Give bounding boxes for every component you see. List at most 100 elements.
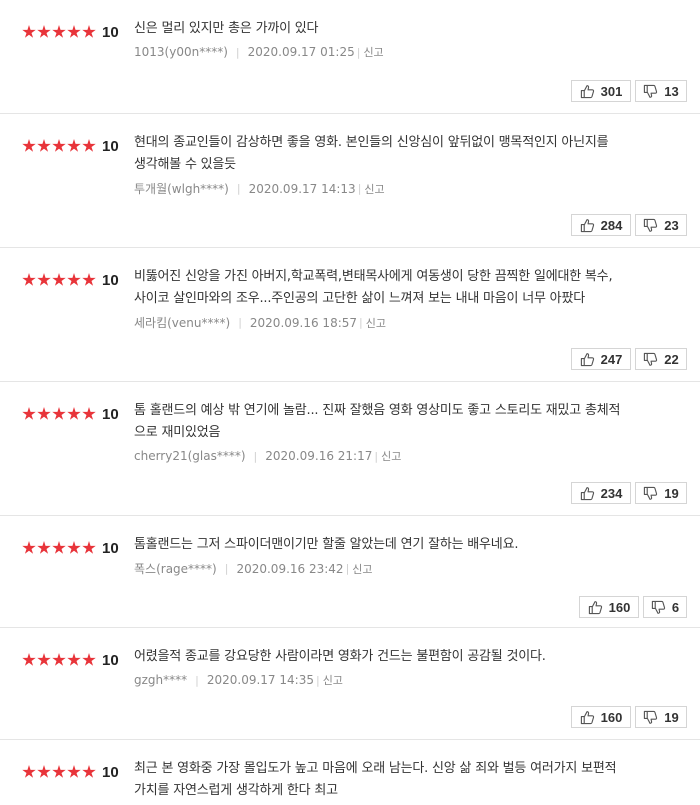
review-meta: cherry21(glas****) | 2020.09.16 21:17 | …	[134, 448, 674, 464]
star-icon	[67, 765, 81, 778]
review-body: 어렸을적 종교를 강요당한 사람이라면 영화가 건드는 불편함이 공감될 것이다…	[134, 646, 674, 688]
review-body: 신은 멀리 있지만 총은 가까이 있다 1013(y00n****) | 202…	[134, 18, 674, 60]
score-value: 10	[102, 763, 119, 781]
like-count: 160	[600, 709, 623, 725]
thumbs-up-icon	[580, 84, 594, 98]
like-button[interactable]: 160	[579, 596, 639, 618]
star-rating	[22, 653, 97, 667]
divider: |	[356, 45, 361, 59]
review-comment: 어렸을적 종교를 강요당한 사람이라면 영화가 건드는 불편함이 공감될 것이다…	[134, 646, 674, 668]
dislike-button[interactable]: 19	[635, 482, 687, 504]
divider: |	[224, 562, 229, 575]
author-name[interactable]: 1013(y00n****)	[134, 45, 228, 59]
review-score: 10	[22, 540, 119, 557]
thumbs-up-icon	[588, 600, 602, 614]
report-link[interactable]: 신고	[366, 315, 386, 331]
dislike-button[interactable]: 23	[635, 214, 687, 236]
star-icon	[82, 765, 96, 778]
like-button[interactable]: 284	[571, 214, 631, 236]
report-link[interactable]: 신고	[364, 181, 384, 197]
review-item: 10 어렸을적 종교를 강요당한 사람이라면 영화가 건드는 불편함이 공감될 …	[0, 628, 700, 740]
review-meta: 세라킴(venu****) | 2020.09.16 18:57 | 신고	[134, 314, 674, 331]
thumbs-down-icon	[644, 218, 658, 232]
author-name[interactable]: 폭스(rage****)	[134, 560, 217, 577]
comment-line: 현대의 종교인들이 감상하면 좋을 영화. 본인들의 신앙심이 앞뒤없이 맹목적…	[134, 135, 609, 150]
divider: |	[235, 45, 240, 59]
author-name[interactable]: 투개월(wlgh****)	[134, 180, 229, 197]
star-icon	[67, 139, 81, 152]
star-icon	[52, 653, 66, 666]
review-body: 톰 홀랜드의 예상 밖 연기에 놀람... 진짜 잘했음 영화 영상미도 좋고 …	[134, 400, 674, 464]
divider: |	[238, 316, 242, 329]
vote-buttons: 234 19	[571, 482, 687, 504]
review-score: 10	[22, 651, 119, 669]
dislike-button[interactable]: 13	[635, 80, 687, 102]
vote-buttons: 301 13	[571, 80, 687, 102]
review-item: 10 톰 홀랜드의 예상 밖 연기에 놀람... 진짜 잘했음 영화 영상미도 …	[0, 382, 700, 516]
review-date: 2020.09.16 18:57	[249, 315, 358, 330]
vote-buttons: 247 22	[571, 348, 687, 370]
comment-line: 가치를 자연스럽게 생각하게 한다 최고	[134, 783, 338, 798]
star-icon	[37, 25, 51, 38]
star-rating	[22, 139, 97, 153]
thumbs-up-icon	[580, 218, 594, 232]
dislike-button[interactable]: 6	[643, 596, 687, 618]
star-icon	[52, 765, 66, 778]
comment-line: 으로 재미있었음	[134, 425, 221, 440]
star-icon	[22, 407, 36, 420]
review-comment: 톰홀랜드는 그저 스파이더맨이기만 할줄 알았는데 연기 잘하는 배우네요.	[134, 534, 674, 556]
divider: |	[236, 182, 241, 195]
report-link[interactable]: 신고	[363, 44, 383, 60]
score-value: 10	[102, 405, 119, 423]
comment-line: 어렸을적 종교를 강요당한 사람이라면 영화가 건드는 불편함이 공감될 것이다…	[134, 649, 546, 664]
report-link[interactable]: 신고	[352, 561, 372, 577]
star-rating	[22, 407, 97, 421]
author-name[interactable]: gzgh****	[134, 673, 187, 687]
comment-line: 사이코 살인마와의 조우...주인공의 고단한 삶이 느껴져 보는 내내 마음이…	[134, 291, 585, 306]
star-rating	[22, 25, 97, 39]
dislike-button[interactable]: 19	[635, 706, 687, 728]
score-value: 10	[102, 651, 119, 669]
review-date: 2020.09.16 23:42	[236, 561, 344, 576]
thumbs-up-icon	[580, 352, 594, 366]
star-icon	[37, 653, 51, 666]
divider: |	[359, 316, 363, 329]
star-icon	[22, 139, 36, 152]
score-value: 10	[102, 271, 119, 289]
review-item: 10 톰홀랜드는 그저 스파이더맨이기만 할줄 알았는데 연기 잘하는 배우네요…	[0, 516, 700, 628]
review-meta: 1013(y00n****) | 2020.09.17 01:25 | 신고	[134, 44, 674, 60]
review-score: 10	[22, 271, 119, 289]
star-icon	[82, 653, 96, 666]
author-name[interactable]: 세라킴(venu****)	[134, 314, 230, 331]
star-icon	[52, 139, 66, 152]
dislike-count: 6	[671, 599, 680, 615]
report-link[interactable]: 신고	[323, 672, 343, 688]
like-button[interactable]: 234	[571, 482, 631, 504]
comment-line: 톰홀랜드는 그저 스파이더맨이기만 할줄 알았는데 연기 잘하는 배우네요.	[134, 537, 519, 552]
score-value: 10	[102, 137, 119, 155]
review-item: 10 신은 멀리 있지만 총은 가까이 있다 1013(y00n****) | …	[0, 0, 700, 114]
like-button[interactable]: 247	[571, 348, 631, 370]
divider: |	[195, 673, 199, 687]
star-icon	[52, 25, 66, 38]
dislike-count: 19	[664, 709, 679, 725]
star-icon	[37, 139, 51, 152]
like-count: 247	[600, 351, 623, 367]
like-button[interactable]: 301	[571, 80, 631, 102]
thumbs-down-icon	[651, 600, 666, 614]
like-count: 160	[608, 599, 631, 615]
like-button[interactable]: 160	[571, 706, 631, 728]
thumbs-down-icon	[644, 710, 658, 724]
star-icon	[67, 407, 81, 420]
divider: |	[345, 562, 350, 575]
comment-line: 생각해볼 수 있을듯	[134, 157, 236, 172]
review-date: 2020.09.17 01:25	[247, 45, 355, 59]
author-name[interactable]: cherry21(glas****)	[134, 449, 246, 463]
report-link[interactable]: 신고	[381, 448, 401, 464]
review-body: 현대의 종교인들이 감상하면 좋을 영화. 본인들의 신앙심이 앞뒤없이 맹목적…	[134, 132, 674, 197]
review-item: 10 비뚫어진 신앙을 가진 아버지,학교폭력,변태목사에게 여동생이 당한 끔…	[0, 248, 700, 382]
review-score: 10	[22, 763, 119, 781]
dislike-button[interactable]: 22	[635, 348, 687, 370]
like-count: 301	[600, 83, 623, 99]
review-date: 2020.09.17 14:13	[248, 181, 356, 196]
